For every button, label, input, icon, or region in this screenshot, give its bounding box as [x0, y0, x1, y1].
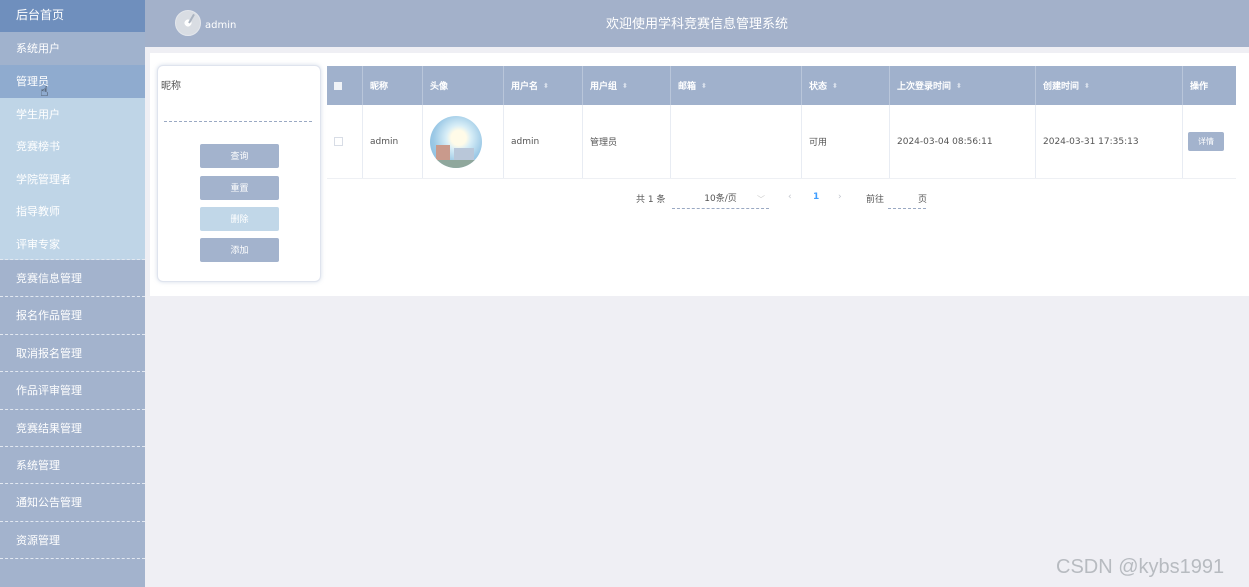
- cell-status: 可用: [802, 105, 890, 178]
- select-all-cell: [327, 66, 363, 105]
- hand-cursor-icon: ☝: [40, 84, 49, 100]
- cell-email: [671, 105, 802, 178]
- prev-page-icon[interactable]: ‹: [788, 192, 792, 202]
- nickname-label: 昵称: [161, 81, 181, 92]
- col-avatar: 头像: [423, 66, 504, 105]
- cell-group: 管理员: [583, 105, 671, 178]
- pagination-total: 共 1 条: [636, 195, 666, 205]
- reset-button[interactable]: 重置: [200, 176, 279, 200]
- col-nickname: 昵称: [363, 66, 423, 105]
- page-number-current[interactable]: 1: [813, 192, 819, 202]
- goto-label: 前往: [866, 195, 885, 205]
- col-email[interactable]: 邮箱 ⬍: [671, 66, 802, 105]
- sidebar: 后台首页 系统用户 管理员 学生用户 竞赛榜书 学院管理者 指导教师 评审专家 …: [0, 0, 145, 587]
- cell-avatar: [423, 105, 504, 178]
- menu-cancel-registration[interactable]: 取消报名管理: [0, 335, 145, 373]
- goto-suffix: 页: [918, 195, 928, 205]
- sort-icon[interactable]: ⬍: [543, 82, 549, 90]
- cell-created: 2024-03-31 17:35:13: [1036, 105, 1183, 178]
- menu-entries[interactable]: 报名作品管理: [0, 297, 145, 335]
- select-all-checkbox[interactable]: [334, 81, 342, 90]
- cell-last-login: 2024-03-04 08:56:11: [890, 105, 1036, 178]
- menu-home[interactable]: 后台首页: [0, 0, 145, 32]
- submenu-reviewer[interactable]: 评审专家: [0, 227, 145, 260]
- avatar: [430, 115, 482, 168]
- sort-icon[interactable]: ⬍: [701, 82, 707, 90]
- row-checkbox[interactable]: [334, 137, 343, 146]
- table-row: admin admin 管理员 可用 2024-03-04 08:56:11 2…: [327, 105, 1236, 179]
- submenu-students[interactable]: 学生用户: [0, 97, 145, 130]
- col-status[interactable]: 状态 ⬍: [802, 66, 890, 105]
- cell-nickname: admin: [363, 105, 423, 178]
- detail-button[interactable]: 详情: [1188, 132, 1224, 151]
- cell-username: admin: [504, 105, 583, 178]
- sort-icon[interactable]: ⬍: [622, 82, 628, 90]
- col-username[interactable]: 用户名 ⬍: [504, 66, 583, 105]
- delete-button[interactable]: 删除: [200, 207, 279, 231]
- col-created[interactable]: 创建时间 ⬍: [1036, 66, 1183, 105]
- query-button[interactable]: 查询: [200, 144, 279, 168]
- submenu-admin[interactable]: 管理员: [0, 65, 145, 98]
- menu-work-review[interactable]: 作品评审管理: [0, 372, 145, 410]
- nickname-search-input[interactable]: [164, 106, 312, 122]
- admin-table: 昵称 头像 用户名 ⬍ 用户组 ⬍ 邮箱 ⬍ 状态 ⬍ 上次登录时间 ⬍ 创建时间 ⬍ 操作…: [327, 66, 1236, 179]
- menu-notices[interactable]: 通知公告管理: [0, 484, 145, 522]
- submenu-competition-book[interactable]: 竞赛榜书: [0, 130, 145, 163]
- col-group[interactable]: 用户组 ⬍: [583, 66, 671, 105]
- site-title: 欢迎使用学科竞赛信息管理系统: [605, 17, 788, 32]
- menu-system-management[interactable]: 系统管理: [0, 447, 145, 485]
- col-last-login[interactable]: 上次登录时间 ⬍: [890, 66, 1036, 105]
- submenu-instructor[interactable]: 指导教师: [0, 195, 145, 228]
- menu-competition-info[interactable]: 竞赛信息管理: [0, 260, 145, 298]
- sort-icon[interactable]: ⬍: [956, 82, 962, 90]
- top-header: admin 欢迎使用学科竞赛信息管理系统: [145, 0, 1249, 47]
- add-button[interactable]: 添加: [200, 238, 279, 262]
- next-page-icon[interactable]: ›: [838, 192, 842, 202]
- submenu-college-manager[interactable]: 学院管理者: [0, 162, 145, 195]
- watermark: CSDN @kybs1991: [1056, 556, 1225, 578]
- cell-action: 详情: [1183, 105, 1236, 178]
- table-header: 昵称 头像 用户名 ⬍ 用户组 ⬍ 邮箱 ⬍ 状态 ⬍ 上次登录时间 ⬍ 创建时间 ⬍ 操作: [327, 66, 1236, 105]
- search-panel: 昵称 查询 重置 删除 添加: [157, 65, 321, 282]
- menu-competition-results[interactable]: 竞赛结果管理: [0, 410, 145, 447]
- chevron-down-icon: ﹀: [757, 195, 765, 204]
- sort-icon[interactable]: ⬍: [1084, 82, 1090, 90]
- row-check-cell: [327, 105, 363, 178]
- sort-icon[interactable]: ⬍: [832, 82, 838, 90]
- menu-system-users[interactable]: 系统用户: [0, 32, 145, 65]
- col-action: 操作: [1190, 82, 1209, 92]
- page-size-select[interactable]: 10条/页 ﹀: [672, 190, 769, 209]
- menu-resources[interactable]: 资源管理: [0, 522, 145, 560]
